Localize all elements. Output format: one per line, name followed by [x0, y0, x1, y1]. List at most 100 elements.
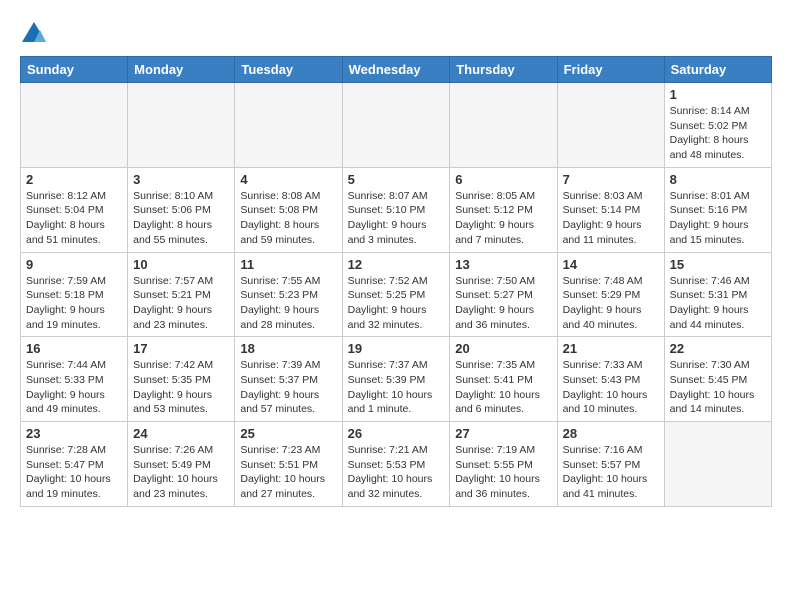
calendar-cell — [664, 422, 771, 507]
day-number: 16 — [26, 341, 122, 356]
day-info: Sunrise: 7:55 AM Sunset: 5:23 PM Dayligh… — [240, 274, 336, 333]
calendar-header-tuesday: Tuesday — [235, 57, 342, 83]
day-info: Sunrise: 7:50 AM Sunset: 5:27 PM Dayligh… — [455, 274, 551, 333]
calendar-cell: 2 Sunrise: 8:12 AM Sunset: 5:04 PM Daylig… — [21, 167, 128, 252]
calendar-cell: 19 Sunrise: 7:37 AM Sunset: 5:39 PM Dayli… — [342, 337, 450, 422]
calendar-cell: 18 Sunrise: 7:39 AM Sunset: 5:37 PM Dayli… — [235, 337, 342, 422]
day-number: 21 — [563, 341, 659, 356]
day-number: 15 — [670, 257, 766, 272]
calendar-cell: 23 Sunrise: 7:28 AM Sunset: 5:47 PM Dayli… — [21, 422, 128, 507]
calendar-cell: 25Sunrise: 7:23 AM Sunset: 5:51 PM Dayli… — [235, 422, 342, 507]
day-info: Sunrise: 7:59 AM Sunset: 5:18 PM Dayligh… — [26, 274, 122, 333]
calendar-cell: 7Sunrise: 8:03 AM Sunset: 5:14 PM Daylig… — [557, 167, 664, 252]
calendar-cell: 21 Sunrise: 7:33 AM Sunset: 5:43 PM Dayli… — [557, 337, 664, 422]
day-info: Sunrise: 8:14 AM Sunset: 5:02 PM Dayligh… — [670, 104, 766, 163]
day-number: 20 — [455, 341, 551, 356]
day-number: 4 — [240, 172, 336, 187]
calendar-cell: 27 Sunrise: 7:19 AM Sunset: 5:55 PM Dayli… — [450, 422, 557, 507]
day-number: 1 — [670, 87, 766, 102]
day-info: Sunrise: 7:46 AM Sunset: 5:31 PM Dayligh… — [670, 274, 766, 333]
day-number: 9 — [26, 257, 122, 272]
calendar-cell: 16 Sunrise: 7:44 AM Sunset: 5:33 PM Dayli… — [21, 337, 128, 422]
calendar-cell: 17 Sunrise: 7:42 AM Sunset: 5:35 PM Dayli… — [128, 337, 235, 422]
calendar-header-wednesday: Wednesday — [342, 57, 450, 83]
day-info: Sunrise: 8:08 AM Sunset: 5:08 PM Dayligh… — [240, 189, 336, 248]
logo — [20, 20, 52, 48]
calendar-header-thursday: Thursday — [450, 57, 557, 83]
day-info: Sunrise: 7:37 AM Sunset: 5:39 PM Dayligh… — [348, 358, 445, 417]
calendar-cell — [450, 83, 557, 168]
calendar-cell: 14 Sunrise: 7:48 AM Sunset: 5:29 PM Dayli… — [557, 252, 664, 337]
calendar-cell: 5 Sunrise: 8:07 AM Sunset: 5:10 PM Daylig… — [342, 167, 450, 252]
calendar-cell: 3 Sunrise: 8:10 AM Sunset: 5:06 PM Daylig… — [128, 167, 235, 252]
day-info: Sunrise: 7:44 AM Sunset: 5:33 PM Dayligh… — [26, 358, 122, 417]
day-info: Sunrise: 7:23 AM Sunset: 5:51 PM Dayligh… — [240, 443, 336, 502]
day-number: 11 — [240, 257, 336, 272]
day-number: 23 — [26, 426, 122, 441]
calendar-cell: 4 Sunrise: 8:08 AM Sunset: 5:08 PM Daylig… — [235, 167, 342, 252]
day-info: Sunrise: 7:42 AM Sunset: 5:35 PM Dayligh… — [133, 358, 229, 417]
day-number: 7 — [563, 172, 659, 187]
calendar-cell: 10 Sunrise: 7:57 AM Sunset: 5:21 PM Dayli… — [128, 252, 235, 337]
day-info: Sunrise: 8:05 AM Sunset: 5:12 PM Dayligh… — [455, 189, 551, 248]
week-row-0: 1 Sunrise: 8:14 AM Sunset: 5:02 PM Daylig… — [21, 83, 772, 168]
day-info: Sunrise: 7:21 AM Sunset: 5:53 PM Dayligh… — [348, 443, 445, 502]
calendar-cell: 20 Sunrise: 7:35 AM Sunset: 5:41 PM Dayli… — [450, 337, 557, 422]
day-info: Sunrise: 8:07 AM Sunset: 5:10 PM Dayligh… — [348, 189, 445, 248]
calendar-cell — [128, 83, 235, 168]
logo-icon — [20, 20, 48, 48]
calendar-cell — [235, 83, 342, 168]
day-info: Sunrise: 7:26 AM Sunset: 5:49 PM Dayligh… — [133, 443, 229, 502]
day-number: 2 — [26, 172, 122, 187]
day-info: Sunrise: 7:39 AM Sunset: 5:37 PM Dayligh… — [240, 358, 336, 417]
day-number: 22 — [670, 341, 766, 356]
day-info: Sunrise: 7:57 AM Sunset: 5:21 PM Dayligh… — [133, 274, 229, 333]
calendar-cell: 28Sunrise: 7:16 AM Sunset: 5:57 PM Dayli… — [557, 422, 664, 507]
header — [20, 16, 772, 48]
page: SundayMondayTuesdayWednesdayThursdayFrid… — [0, 0, 792, 527]
day-number: 13 — [455, 257, 551, 272]
day-info: Sunrise: 8:10 AM Sunset: 5:06 PM Dayligh… — [133, 189, 229, 248]
day-info: Sunrise: 7:19 AM Sunset: 5:55 PM Dayligh… — [455, 443, 551, 502]
day-info: Sunrise: 7:48 AM Sunset: 5:29 PM Dayligh… — [563, 274, 659, 333]
day-number: 26 — [348, 426, 445, 441]
day-number: 27 — [455, 426, 551, 441]
calendar-cell: 9 Sunrise: 7:59 AM Sunset: 5:18 PM Daylig… — [21, 252, 128, 337]
week-row-4: 23 Sunrise: 7:28 AM Sunset: 5:47 PM Dayli… — [21, 422, 772, 507]
day-info: Sunrise: 7:30 AM Sunset: 5:45 PM Dayligh… — [670, 358, 766, 417]
day-number: 12 — [348, 257, 445, 272]
day-number: 28 — [563, 426, 659, 441]
day-number: 10 — [133, 257, 229, 272]
week-row-1: 2 Sunrise: 8:12 AM Sunset: 5:04 PM Daylig… — [21, 167, 772, 252]
calendar-table: SundayMondayTuesdayWednesdayThursdayFrid… — [20, 56, 772, 507]
day-number: 18 — [240, 341, 336, 356]
calendar-cell: 24 Sunrise: 7:26 AM Sunset: 5:49 PM Dayli… — [128, 422, 235, 507]
day-info: Sunrise: 7:52 AM Sunset: 5:25 PM Dayligh… — [348, 274, 445, 333]
calendar-cell — [557, 83, 664, 168]
calendar-cell: 13 Sunrise: 7:50 AM Sunset: 5:27 PM Dayli… — [450, 252, 557, 337]
day-number: 17 — [133, 341, 229, 356]
calendar-header-sunday: Sunday — [21, 57, 128, 83]
day-number: 8 — [670, 172, 766, 187]
calendar-cell: 22 Sunrise: 7:30 AM Sunset: 5:45 PM Dayli… — [664, 337, 771, 422]
week-row-3: 16 Sunrise: 7:44 AM Sunset: 5:33 PM Dayli… — [21, 337, 772, 422]
day-info: Sunrise: 8:12 AM Sunset: 5:04 PM Dayligh… — [26, 189, 122, 248]
day-info: Sunrise: 8:01 AM Sunset: 5:16 PM Dayligh… — [670, 189, 766, 248]
calendar-cell: 12 Sunrise: 7:52 AM Sunset: 5:25 PM Dayli… — [342, 252, 450, 337]
calendar-header-monday: Monday — [128, 57, 235, 83]
calendar-header-row: SundayMondayTuesdayWednesdayThursdayFrid… — [21, 57, 772, 83]
day-number: 3 — [133, 172, 229, 187]
calendar-cell: 1 Sunrise: 8:14 AM Sunset: 5:02 PM Daylig… — [664, 83, 771, 168]
calendar-cell: 6 Sunrise: 8:05 AM Sunset: 5:12 PM Daylig… — [450, 167, 557, 252]
day-number: 19 — [348, 341, 445, 356]
day-info: Sunrise: 7:28 AM Sunset: 5:47 PM Dayligh… — [26, 443, 122, 502]
day-info: Sunrise: 7:33 AM Sunset: 5:43 PM Dayligh… — [563, 358, 659, 417]
day-number: 24 — [133, 426, 229, 441]
day-number: 14 — [563, 257, 659, 272]
calendar-header-saturday: Saturday — [664, 57, 771, 83]
calendar-cell — [21, 83, 128, 168]
calendar-header-friday: Friday — [557, 57, 664, 83]
day-number: 6 — [455, 172, 551, 187]
day-info: Sunrise: 7:35 AM Sunset: 5:41 PM Dayligh… — [455, 358, 551, 417]
day-number: 5 — [348, 172, 445, 187]
